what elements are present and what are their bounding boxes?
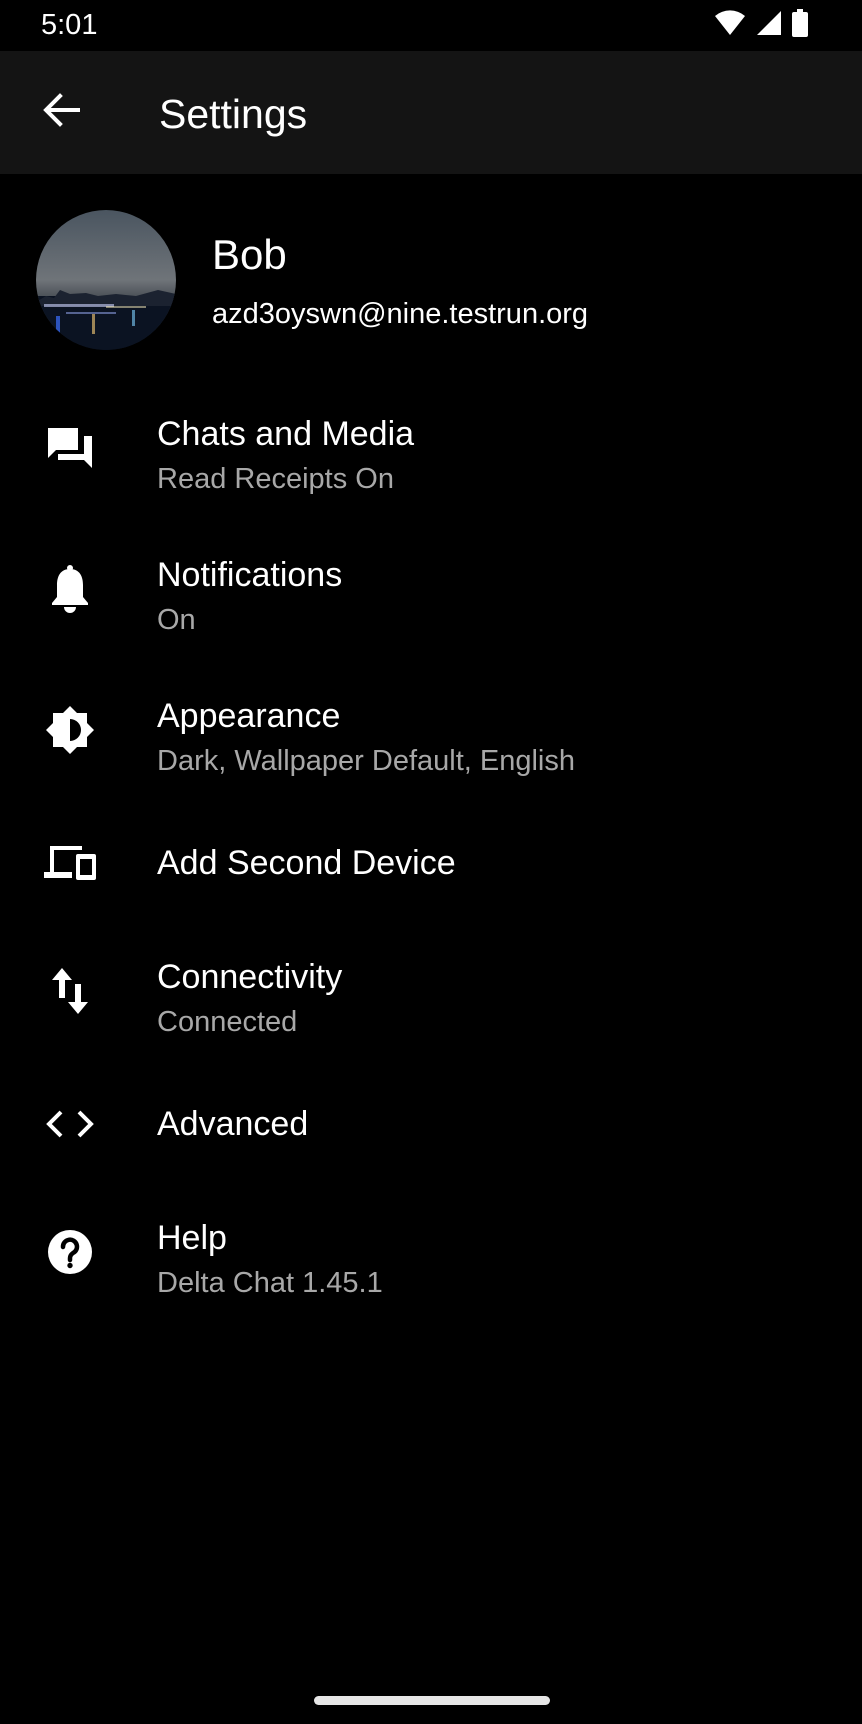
status-icons [714, 8, 808, 42]
app-bar: Settings [0, 51, 862, 174]
settings-item-title: Advanced [157, 1105, 309, 1143]
forum-icon [40, 418, 100, 478]
devices-icon [40, 833, 100, 893]
settings-item-chats-and-media[interactable]: Chats and Media Read Receipts On [0, 380, 862, 521]
settings-item-connectivity[interactable]: Connectivity Connected [0, 923, 862, 1064]
brightness-icon [40, 700, 100, 760]
settings-item-advanced[interactable]: Advanced [0, 1064, 862, 1184]
settings-item-notifications[interactable]: Notifications On [0, 521, 862, 662]
profile-name: Bob [212, 231, 287, 278]
settings-item-add-second-device[interactable]: Add Second Device [0, 803, 862, 923]
settings-item-help[interactable]: Help Delta Chat 1.45.1 [0, 1184, 862, 1325]
gesture-nav-handle[interactable] [314, 1696, 550, 1705]
wifi-icon [714, 9, 746, 41]
settings-item-title: Notifications [157, 556, 343, 594]
page-title: Settings [159, 91, 308, 137]
settings-item-title: Appearance [157, 697, 341, 735]
settings-item-summary: Connected [157, 1006, 298, 1038]
settings-list: Chats and Media Read Receipts On Notific… [0, 380, 862, 1325]
settings-item-summary: On [157, 604, 196, 636]
swap-vert-icon [40, 961, 100, 1021]
status-bar: 5:01 [0, 0, 862, 51]
settings-item-summary: Dark, Wallpaper Default, English [157, 745, 575, 777]
cellular-signal-icon [756, 10, 782, 41]
status-time: 5:01 [41, 9, 98, 41]
settings-item-title: Add Second Device [157, 844, 456, 882]
bell-icon [40, 559, 100, 619]
settings-item-title: Chats and Media [157, 415, 415, 453]
profile-header[interactable]: Bob azd3oyswn@nine.testrun.org [0, 174, 862, 380]
back-button[interactable] [26, 79, 96, 145]
battery-icon [792, 8, 808, 42]
profile-email: azd3oyswn@nine.testrun.org [212, 298, 589, 330]
settings-item-title: Help [157, 1219, 227, 1257]
settings-item-appearance[interactable]: Appearance Dark, Wallpaper Default, Engl… [0, 662, 862, 803]
settings-item-summary: Delta Chat 1.45.1 [157, 1267, 383, 1299]
arrow-left-icon [42, 92, 80, 132]
code-icon [40, 1094, 100, 1154]
settings-item-title: Connectivity [157, 958, 343, 996]
avatar[interactable] [36, 210, 176, 350]
settings-item-summary: Read Receipts On [157, 463, 394, 495]
help-icon [40, 1222, 100, 1282]
